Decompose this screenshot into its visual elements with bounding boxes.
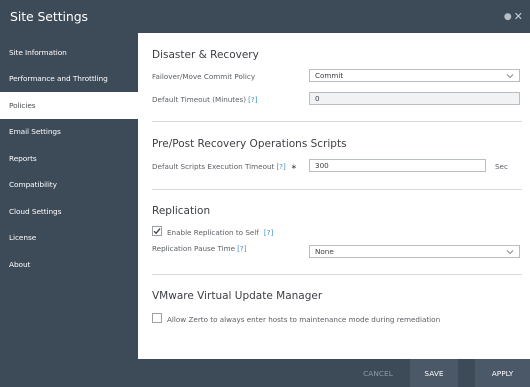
section-divider <box>152 189 522 190</box>
sidebar-nav: Site Information Performance and Throttl… <box>0 33 138 359</box>
scripts-timeout-label: Default Scripts Execution Timeout [?] ∗ <box>152 162 297 171</box>
scripts-timeout-help-link[interactable]: [?] <box>276 162 285 171</box>
apply-button[interactable]: APPLY <box>475 359 530 387</box>
failover-policy-select[interactable]: Commit <box>309 69 520 82</box>
sidebar-item-label: Email Settings <box>9 127 61 137</box>
sidebar-item-compatibility[interactable]: Compatibility <box>0 172 138 199</box>
sidebar-item-label: Compatibility <box>9 180 57 190</box>
sidebar-item-label: License <box>9 233 37 243</box>
section-divider <box>152 121 522 122</box>
chevron-down-icon <box>506 74 514 79</box>
enable-replication-label-text: Enable Replication to Self <box>167 228 259 237</box>
window-controls: ● ✕ <box>504 10 523 23</box>
close-icon[interactable]: ✕ <box>514 10 523 23</box>
enable-replication-checkbox[interactable] <box>152 226 162 236</box>
chevron-down-icon <box>506 250 514 255</box>
default-timeout-input[interactable]: 0 <box>309 92 520 105</box>
save-button[interactable]: SAVE <box>410 359 458 387</box>
scripts-timeout-input[interactable]: 300 <box>309 159 486 172</box>
pause-time-label-text: Replication Pause Time <box>152 244 236 253</box>
scripts-timeout-unit: Sec <box>495 162 508 171</box>
footer-bar: CANCEL SAVE APPLY <box>0 359 530 387</box>
sidebar-item-reports[interactable]: Reports <box>0 145 138 172</box>
sidebar-item-performance-and-throttling[interactable]: Performance and Throttling <box>0 66 138 93</box>
sidebar-item-policies[interactable]: Policies <box>0 92 138 119</box>
failover-policy-value: Commit <box>315 71 344 80</box>
allow-maintenance-mode-checkbox[interactable] <box>152 313 162 323</box>
sidebar-item-label: About <box>9 259 31 269</box>
window-title: Site Settings <box>10 9 88 24</box>
sidebar-item-label: Site Information <box>9 47 67 57</box>
scripts-timeout-label-text: Default Scripts Execution Timeout <box>152 162 275 171</box>
sidebar-item-cloud-settings[interactable]: Cloud Settings <box>0 198 138 225</box>
sidebar-item-email-settings[interactable]: Email Settings <box>0 119 138 146</box>
required-asterisk: ∗ <box>290 162 297 171</box>
sidebar-item-label: Policies <box>9 100 36 110</box>
default-timeout-label-text: Default Timeout (Minutes) <box>152 95 247 104</box>
section-divider <box>152 274 522 275</box>
default-timeout-value: 0 <box>315 94 320 103</box>
enable-replication-help-link[interactable]: [?] <box>264 228 273 237</box>
pause-time-label: Replication Pause Time [?] <box>152 244 247 253</box>
section-title-recovery-scripts: Pre/Post Recovery Operations Scripts <box>152 138 347 150</box>
failover-policy-label: Failover/Move Commit Policy <box>152 72 256 81</box>
pause-time-help-link[interactable]: [?] <box>237 244 246 253</box>
section-title-disaster-recovery: Disaster & Recovery <box>152 49 259 61</box>
pause-time-select[interactable]: None <box>309 245 520 258</box>
sidebar-item-label: Reports <box>9 153 37 163</box>
checkmark-icon <box>153 228 161 235</box>
default-timeout-label: Default Timeout (Minutes) [?] <box>152 95 258 104</box>
sidebar-item-license[interactable]: License <box>0 225 138 252</box>
section-title-replication: Replication <box>152 205 211 217</box>
sidebar-item-label: Performance and Throttling <box>9 74 108 84</box>
sidebar-item-about[interactable]: About <box>0 251 138 278</box>
default-timeout-help-link[interactable]: [?] <box>248 95 257 104</box>
section-title-vum: VMware Virtual Update Manager <box>152 290 323 302</box>
policies-panel: Disaster & Recovery Failover/Move Commit… <box>138 33 530 359</box>
help-circle-icon[interactable]: ● <box>504 12 512 22</box>
title-bar: Site Settings ● ✕ <box>0 0 530 33</box>
cancel-button[interactable]: CANCEL <box>348 359 408 387</box>
enable-replication-label: Enable Replication to Self [?] <box>167 228 273 237</box>
allow-maintenance-mode-label: Allow Zerto to always enter hosts to mai… <box>167 315 441 324</box>
sidebar-item-label: Cloud Settings <box>9 206 62 216</box>
pause-time-value: None <box>315 247 334 256</box>
scripts-timeout-value: 300 <box>315 161 329 170</box>
sidebar-item-site-information[interactable]: Site Information <box>0 39 138 66</box>
